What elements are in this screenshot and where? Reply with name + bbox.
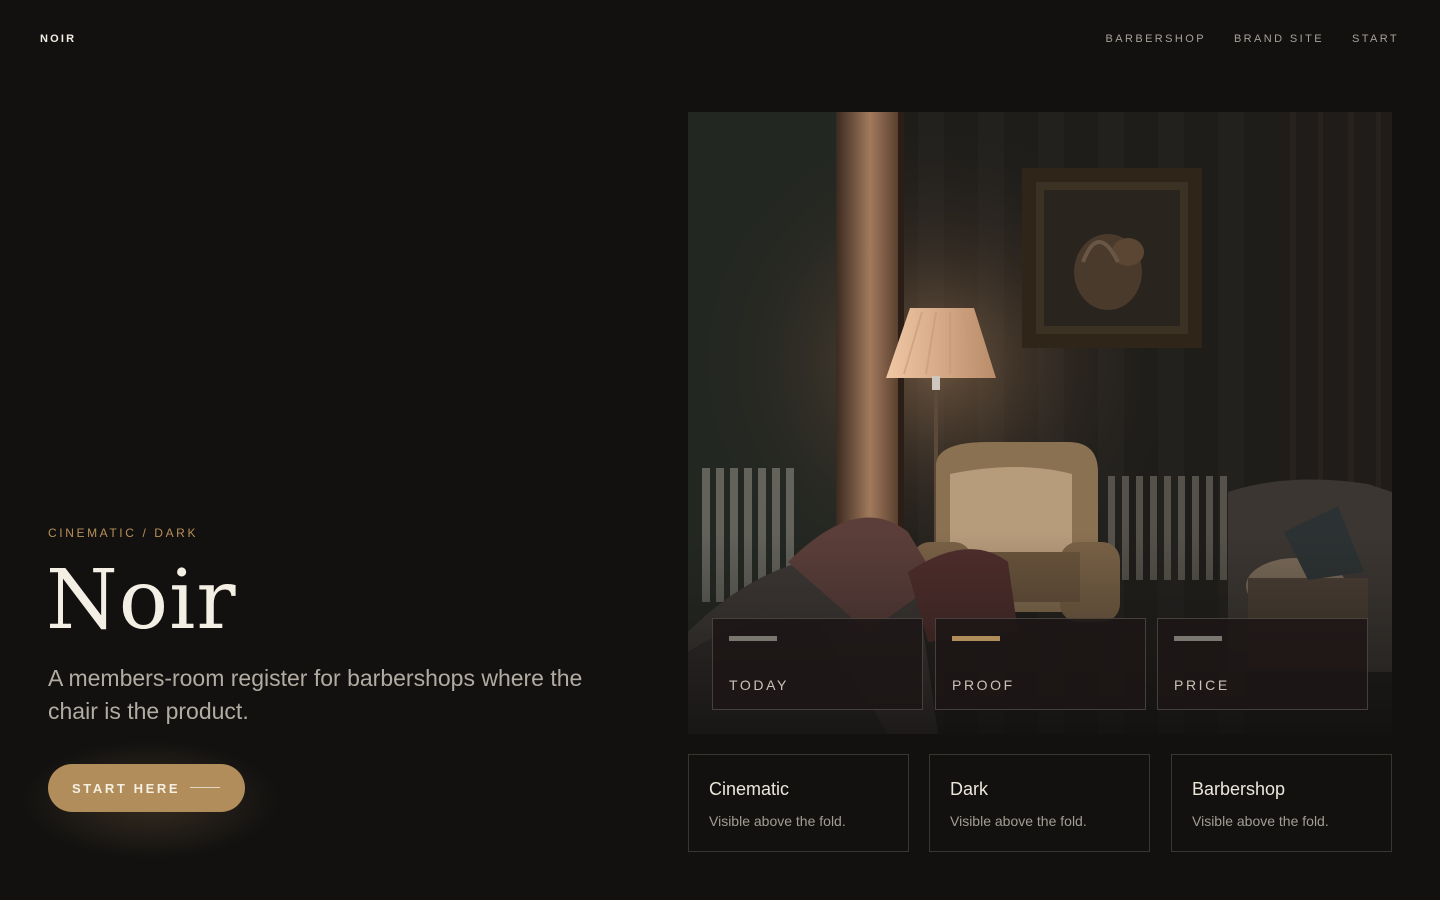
stat-card-price[interactable]: PRICE [1157, 618, 1368, 710]
hero-eyebrow: CINEMATIC / DARK [48, 526, 199, 540]
stat-bar [952, 636, 1000, 641]
nav-link-barbershop[interactable]: BARBERSHOP [1106, 33, 1206, 45]
feature-title: Barbershop [1192, 779, 1286, 799]
stat-label: TODAY [729, 677, 789, 693]
feature-card-barbershop[interactable]: Barbershop Visible above the fold. [1171, 754, 1392, 852]
arrow-line-icon [190, 787, 220, 788]
feature-title: Cinematic [709, 779, 790, 799]
nav-link-brand-site[interactable]: BRAND SITE [1234, 33, 1324, 45]
stat-card-proof[interactable]: PROOF [935, 618, 1146, 710]
feature-description: Visible above the fold. [709, 813, 846, 829]
hero-description: A members-room register for barbershops … [48, 665, 583, 724]
stat-label: PRICE [1174, 677, 1230, 693]
feature-card-dark[interactable]: Dark Visible above the fold. [929, 754, 1150, 852]
brand-logo[interactable]: NOIR [40, 33, 76, 45]
start-here-label: START HERE [72, 780, 181, 796]
top-navigation: NOIR BARBERSHOP BRAND SITE START [0, 0, 1440, 80]
start-here-button[interactable]: START HERE [48, 764, 245, 812]
feature-card-cinematic[interactable]: Cinematic Visible above the fold. [688, 754, 909, 852]
stat-bar [1174, 636, 1222, 641]
feature-description: Visible above the fold. [950, 813, 1087, 829]
main-nav: BARBERSHOP BRAND SITE START [1106, 33, 1399, 45]
feature-title: Dark [950, 779, 989, 799]
hero-title: Noir [46, 553, 237, 648]
stat-bar [729, 636, 777, 641]
feature-description: Visible above the fold. [1192, 813, 1329, 829]
nav-link-start[interactable]: START [1352, 33, 1399, 45]
stat-card-today[interactable]: TODAY [712, 618, 923, 710]
stat-label: PROOF [952, 677, 1015, 693]
